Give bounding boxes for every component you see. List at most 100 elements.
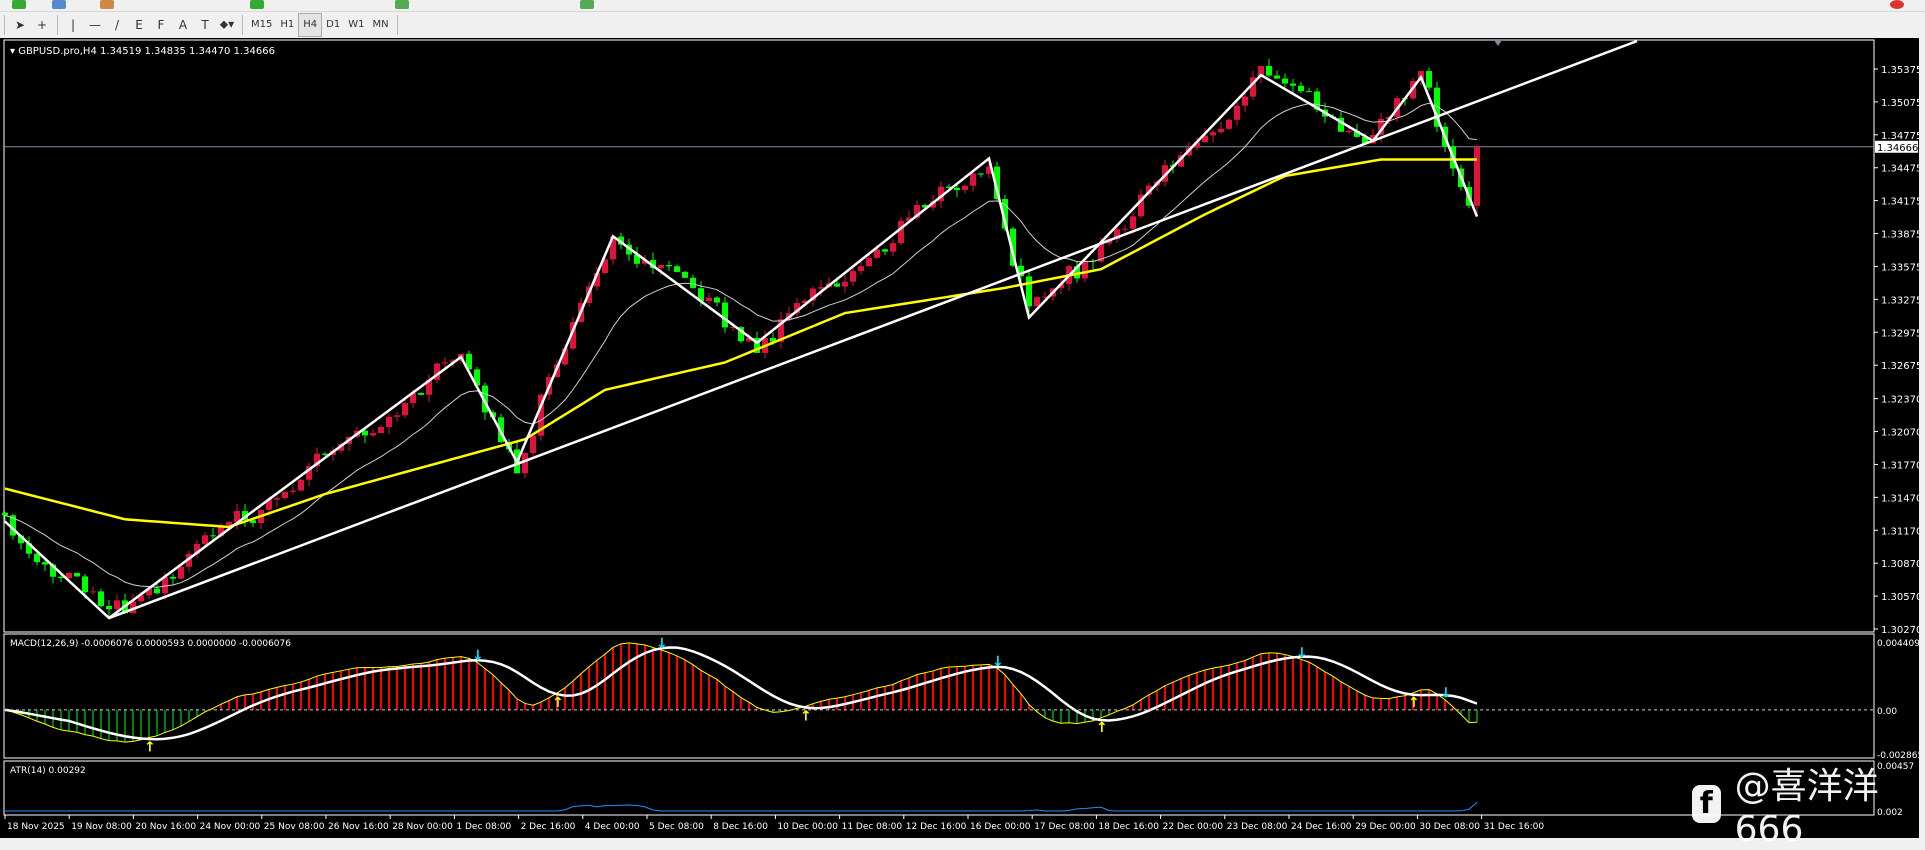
atr-frame [3, 760, 1875, 816]
price-tick-label: 1.32370 [1881, 395, 1922, 406]
candle-body [1426, 71, 1432, 88]
candle-body [1234, 105, 1240, 120]
period-h1-button[interactable]: H1 [276, 14, 298, 36]
candle-body [178, 566, 184, 579]
candle-body [962, 185, 968, 191]
alert-icon[interactable] [1890, 0, 1904, 9]
candle-body [82, 576, 88, 593]
text-tool-icon[interactable]: A [172, 14, 194, 36]
period-w1-button[interactable]: W1 [344, 14, 368, 36]
zoom-in-icon[interactable] [580, 0, 594, 9]
candle-body [154, 588, 160, 594]
autotrading-icon[interactable] [395, 0, 409, 9]
candle-body [66, 572, 72, 578]
price-tick-label: 1.32675 [1881, 361, 1922, 372]
candle-body [1290, 83, 1296, 86]
period-d1-button[interactable]: D1 [322, 14, 344, 36]
price-tick-label: 1.35375 [1881, 65, 1922, 76]
candle-body [834, 283, 840, 287]
fibonacci-expansion-tool-icon[interactable]: E [128, 14, 150, 36]
candle-body [378, 426, 384, 434]
candle-body [74, 572, 80, 577]
chart-symbol-header: ▾ GBPUSD.pro,H4 1.34519 1.34835 1.34470 … [10, 46, 275, 57]
cursor-tool-icon[interactable]: ➤ [9, 14, 31, 36]
candle-body [1346, 130, 1352, 132]
new-order-button-icon[interactable] [250, 0, 264, 9]
period-mn-button[interactable]: MN [368, 14, 392, 36]
atr-label: ATR(14) 0.00292 [10, 766, 86, 776]
candle-body [1034, 297, 1040, 307]
candle-body [290, 490, 296, 492]
candle-body [170, 576, 176, 579]
candle-body [674, 266, 680, 272]
time-axis-label: 12 Dec 16:00 [906, 822, 967, 832]
time-axis-label: 10 Dec 00:00 [777, 822, 838, 832]
text-label-tool-icon[interactable]: T [194, 14, 216, 36]
new-order-icon[interactable] [12, 0, 26, 9]
candle-body [866, 257, 872, 267]
candle-body [858, 266, 864, 272]
price-tick-label: 1.32975 [1881, 328, 1922, 339]
buy-arrow-icon: ↑ [144, 739, 156, 755]
price-chart[interactable]: ▾ GBPUSD.pro,H4 1.34519 1.34835 1.34470 … [0, 38, 1925, 838]
time-axis-label: 16 Dec 00:00 [970, 822, 1031, 832]
main-toolbar [0, 0, 1925, 12]
candle-body [978, 173, 984, 175]
candle-body [1242, 96, 1248, 106]
sell-arrow-icon: ↓ [992, 654, 1004, 670]
chart-icon[interactable] [100, 0, 114, 9]
main-chart-frame [3, 39, 1875, 633]
price-tick-label: 1.34475 [1881, 164, 1922, 175]
candle-body [1266, 65, 1272, 76]
candle-body [1218, 128, 1224, 133]
candle-body [362, 430, 368, 436]
atr-line [5, 801, 1478, 812]
candle-body [370, 433, 376, 436]
candle-body [1226, 119, 1232, 129]
time-axis-label: 29 Dec 00:00 [1355, 822, 1416, 832]
price-tick-label: 1.32070 [1881, 428, 1922, 439]
candle-body [210, 535, 216, 537]
profiles-icon[interactable] [52, 0, 66, 9]
trendline-tool-icon[interactable]: / [106, 14, 128, 36]
candle-body [842, 281, 848, 287]
fast-moving-average-line [4, 102, 1478, 588]
price-tick-label: 1.33275 [1881, 295, 1922, 306]
candle-body [2, 512, 8, 516]
sell-arrow-icon: ↓ [656, 636, 668, 652]
separator [57, 14, 58, 35]
time-axis-label: 24 Dec 16:00 [1291, 822, 1352, 832]
arrows-tool-icon[interactable]: ⬥▾ [216, 14, 238, 36]
candle-body [418, 392, 424, 395]
macd-outline [4, 642, 1478, 743]
separator [242, 14, 243, 35]
candle-body [90, 591, 96, 593]
candle-body [690, 277, 696, 289]
macd-signal-line [4, 646, 1478, 741]
fibonacci-fan-tool-icon[interactable]: F [150, 14, 172, 36]
crosshair-tool-icon[interactable]: + [31, 14, 53, 36]
period-m15-button[interactable]: M15 [247, 14, 276, 36]
buy-arrow-icon: ↑ [1096, 720, 1108, 736]
macd-label: MACD(12,26,9) -0.0006076 0.0000593 0.000… [10, 639, 291, 649]
time-axis-label: 18 Nov 2025 [7, 822, 65, 832]
chart-window[interactable]: ▾ GBPUSD.pro,H4 1.34519 1.34835 1.34470 … [0, 38, 1925, 838]
time-axis-label: 8 Dec 16:00 [713, 822, 768, 832]
candle-body [106, 605, 112, 610]
trendline [108, 39, 1638, 620]
time-axis-label: 22 Dec 00:00 [1163, 822, 1224, 832]
candle-body [714, 297, 720, 303]
candle-body [818, 287, 824, 289]
sell-arrow-icon: ↓ [1440, 686, 1452, 702]
price-tick-label: 1.35075 [1881, 98, 1922, 109]
vertical-line-tool-icon[interactable]: | [62, 14, 84, 36]
candle-body [298, 479, 304, 491]
candle-body [98, 591, 104, 606]
candle-body [322, 453, 328, 455]
buy-arrow-icon: ↑ [800, 708, 812, 724]
period-h4-button[interactable]: H4 [298, 12, 323, 37]
buy-arrow-icon: ↑ [552, 695, 564, 711]
candle-body [530, 435, 536, 453]
candle-body [394, 415, 400, 417]
horizontal-line-tool-icon[interactable]: — [84, 14, 106, 36]
